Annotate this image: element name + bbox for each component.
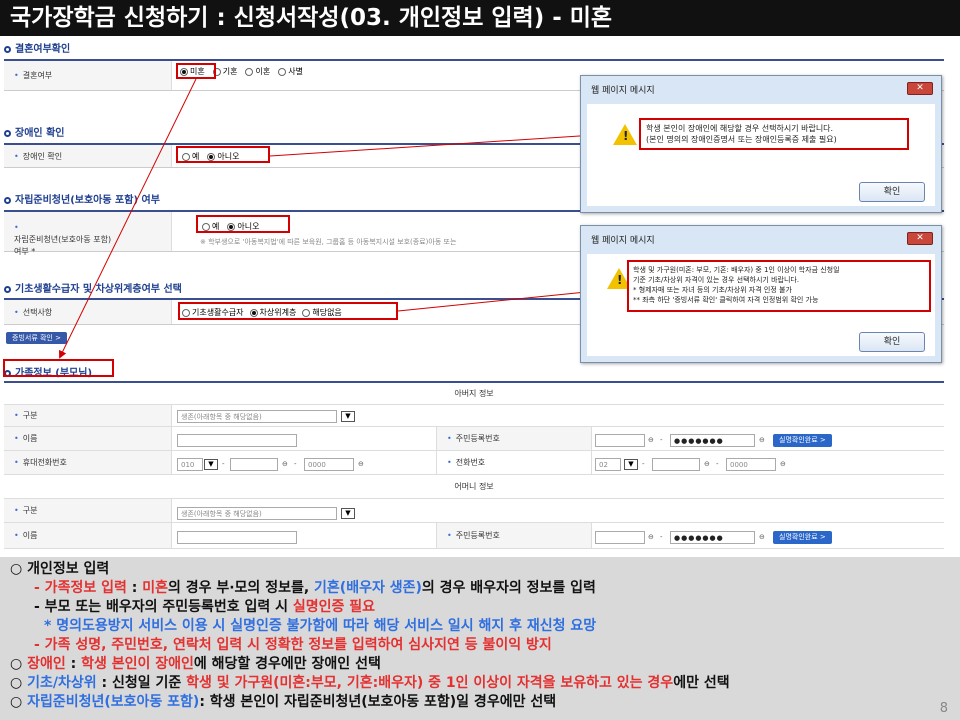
explanation-line: * 명의도용방지 서비스 이용 시 실명인증 불가함에 따라 해당 서비스 일시… [44,618,597,634]
close-icon[interactable]: ✕ [907,232,933,245]
message-dialog-disability: 웹 페이지 메시지 ✕ ! 학생 본인이 장애인에 해당할 경우 선택하시기 바… [580,75,942,213]
message-line: (본인 명의의 장애인증명서 또는 장애인등록증 제출 필요) [646,135,837,144]
explanation-line: - 가족 성명, 주민번호, 연락처 입력 시 정확한 정보를 입력하여 심사지… [34,637,552,653]
explanation-line: ○ 자립준비청년(보호아동 포함): 학생 본인이 자립준비청년(보호아동 포함… [10,694,557,710]
explanation-line: - 부모 또는 배우자의 주민등록번호 입력 시 실명인증 필요 [34,599,376,615]
dialog-message: 학생 및 가구원(미혼: 부모, 기혼: 배우자) 중 1인 이상이 학자금 신… [627,260,931,312]
dialog-body: ! 학생 및 가구원(미혼: 부모, 기혼: 배우자) 중 1인 이상이 학자금… [587,254,935,356]
message-line: 학생 및 가구원(미혼: 부모, 기혼: 배우자) 중 1인 이상이 학자금 신… [633,266,840,274]
dialog-body: ! 학생 본인이 장애인에 해당할 경우 선택하시기 바랍니다. (본인 명의의… [587,104,935,206]
ok-button[interactable]: 확인 [859,182,925,202]
arrow-disability-to-dialog [269,129,628,157]
explanation-line: ○ 기초/차상위 : 신청일 기준 학생 및 가구원(미혼:부모, 기혼:배우자… [10,675,730,691]
message-line: * 형제자매 또는 자녀 등의 기초/차상위 자격 인정 불가 [633,286,792,294]
explanation-line: ○ 개인정보 입력 [10,561,110,577]
explanation-line: ○ 장애인 : 학생 본인이 장애인에 해당할 경우에만 장애인 선택 [10,656,381,672]
ok-button[interactable]: 확인 [859,332,925,352]
message-dialog-basic-living: 웹 페이지 메시지 ✕ ! 학생 및 가구원(미혼: 부모, 기혼: 배우자) … [580,225,942,363]
dialog-title: 웹 페이지 메시지 [591,236,655,246]
message-line: ** 좌측 하단 '증빙서류 확인' 클릭하여 자격 인정범위 확인 가능 [633,296,819,304]
explanation-panel: ○ 개인정보 입력 - 가족정보 입력 : 미혼의 경우 부·모의 정보를, 기… [0,557,960,720]
dialog-message: 학생 본인이 장애인에 해당할 경우 선택하시기 바랍니다. (본인 명의의 장… [639,118,909,150]
arrow-marriage-to-family [59,78,197,359]
explanation-line: - 가족정보 입력 : 미혼의 경우 부·모의 정보를, 기혼(배우자 생존)의… [34,580,596,596]
message-line: 학생 본인이 장애인에 해당할 경우 선택하시기 바랍니다. [646,124,834,133]
message-line: 기준 기초/차상위 자격이 있는 경우 선택하시기 바랍니다. [633,276,800,284]
warning-icon: ! [613,124,637,145]
dialog-title: 웹 페이지 메시지 [591,86,655,96]
close-icon[interactable]: ✕ [907,82,933,95]
page-number: 8 [939,701,948,716]
